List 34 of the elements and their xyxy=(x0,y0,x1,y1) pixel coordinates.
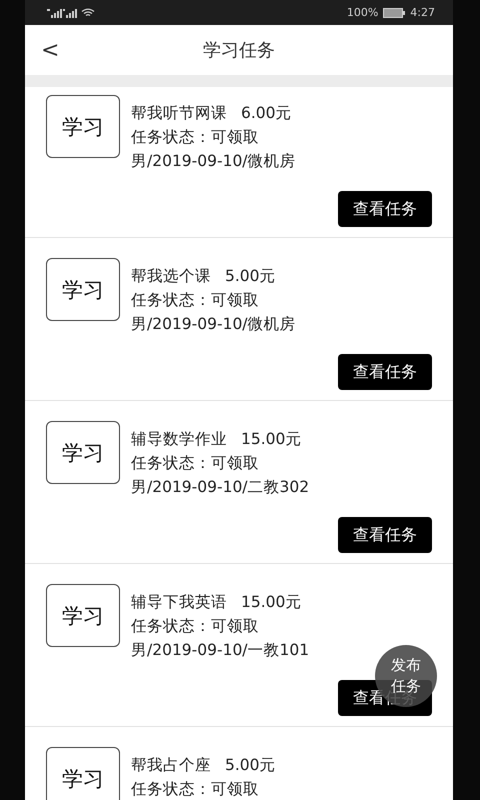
page-title: 学习任务 xyxy=(203,39,275,62)
task-status: 任务状态：可领取 xyxy=(131,453,260,474)
category-tag: 学习 xyxy=(46,95,120,158)
task-details: 男/2019-09-10/微机房 xyxy=(131,151,296,172)
view-task-button[interactable]: 查看任务 xyxy=(338,354,432,390)
task-title: 辅导数学作业 xyxy=(131,430,227,448)
category-tag: 学习 xyxy=(46,258,120,321)
task-status: 任务状态：可领取 xyxy=(131,290,260,311)
wifi-icon xyxy=(81,8,95,18)
category-tag: 学习 xyxy=(46,421,120,484)
task-status: 任务状态：可领取 xyxy=(131,127,260,148)
task-details: 男/2019-09-10/微机房 xyxy=(131,314,296,335)
task-title: 帮我占个座 xyxy=(131,756,211,774)
category-tag: 学习 xyxy=(46,747,120,800)
task-details: 男/2019-09-10/一教101 xyxy=(131,640,310,661)
clock: 4:27 xyxy=(410,6,435,19)
signal-icon xyxy=(47,8,77,18)
task-title: 辅导下我英语 xyxy=(131,593,227,611)
task-details: 男/2019-09-10/二教302 xyxy=(131,477,310,498)
back-button[interactable]: < xyxy=(35,38,66,62)
task-title: 帮我选个课 xyxy=(131,267,211,285)
task-price: 15.00元 xyxy=(241,593,302,611)
task-price: 15.00元 xyxy=(241,430,302,448)
task-title: 帮我听节网课 xyxy=(131,104,227,122)
task-status: 任务状态：可领取 xyxy=(131,779,260,800)
task-price: 5.00元 xyxy=(225,267,276,285)
category-tag: 学习 xyxy=(46,584,120,647)
task-price: 6.00元 xyxy=(241,104,292,122)
view-task-button[interactable]: 查看任务 xyxy=(338,517,432,553)
task-status: 任务状态：可领取 xyxy=(131,616,260,637)
task-price: 5.00元 xyxy=(225,756,276,774)
battery-percent: 100% xyxy=(346,6,378,19)
view-task-button[interactable]: 查看任务 xyxy=(338,191,432,227)
battery-icon xyxy=(383,8,406,18)
